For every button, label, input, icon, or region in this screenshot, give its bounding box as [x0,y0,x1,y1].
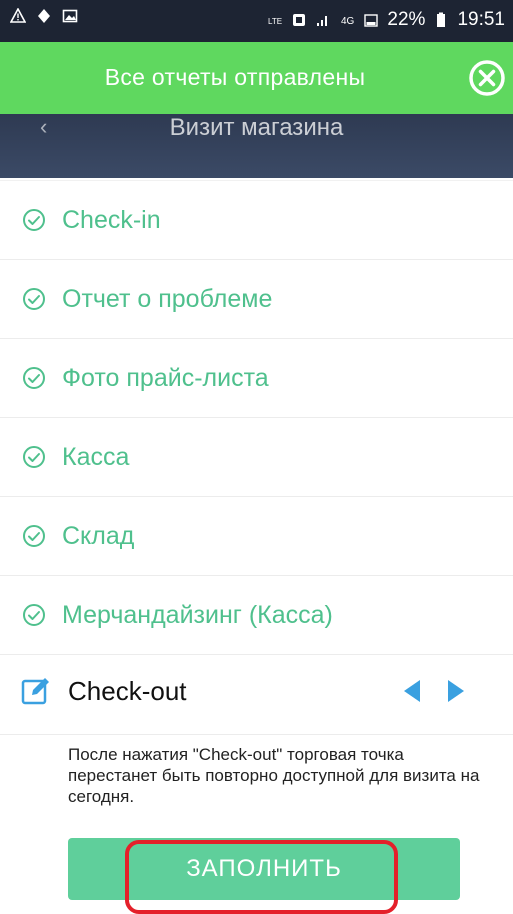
check-circle-icon [23,604,45,626]
check-circle-icon [23,525,45,547]
nfc-icon [293,14,306,26]
svg-text:4G: 4G [341,16,355,27]
task-item-price-list-photo[interactable]: Фото прайс-листа [0,339,513,418]
battery-level: 22% [387,9,426,30]
edit-icon [21,678,49,705]
next-arrow-icon[interactable] [444,678,468,704]
checkout-note: После нажатия "Check-out" торговая точка… [68,745,480,806]
task-list: Check-in Отчет о проблеме Фото прайс-лис… [0,180,513,655]
signal-icon [317,16,328,26]
check-circle-icon [23,446,45,468]
page-title: Визит магазина [169,114,344,141]
task-label: Отчет о проблеме [62,284,273,313]
volte-icon: LTE [268,17,282,26]
battery-icon [364,14,379,27]
check-circle-icon [23,288,45,310]
app-header: ‹ Визит магазина [0,114,513,178]
svg-text:LTE: LTE [268,17,282,26]
task-item-cashier[interactable]: Касса [0,418,513,497]
previous-arrow-icon[interactable] [400,678,424,704]
task-label: Фото прайс-листа [62,363,269,392]
task-item-check-out[interactable]: Check-out [0,648,513,735]
toast-message: Все отчеты отправлены [104,64,366,90]
success-toast: Все отчеты отправлены [0,42,513,114]
location-icon [38,9,50,23]
close-circle-icon[interactable] [467,58,507,98]
check-circle-icon [23,367,45,389]
task-label: Мерчандайзинг (Касса) [62,600,333,629]
task-item-merchandising[interactable]: Мерчандайзинг (Касса) [0,576,513,655]
warning-icon [10,8,26,23]
data-icon: 4G [341,16,355,27]
image-icon [62,9,78,23]
task-item-warehouse[interactable]: Склад [0,497,513,576]
check-circle-icon [23,209,45,231]
task-label: Касса [62,442,130,471]
checkout-label: Check-out [68,675,187,706]
task-label: Склад [62,521,135,550]
highlight-annotation [125,840,398,914]
task-item-check-in[interactable]: Check-in [0,180,513,260]
battery-glyph-icon [437,12,446,27]
task-item-problem-report[interactable]: Отчет о проблеме [0,260,513,339]
status-bar: LTE 4G 22% 19:51 [0,0,513,42]
task-label: Check-in [62,205,161,234]
clock: 19:51 [457,9,505,30]
